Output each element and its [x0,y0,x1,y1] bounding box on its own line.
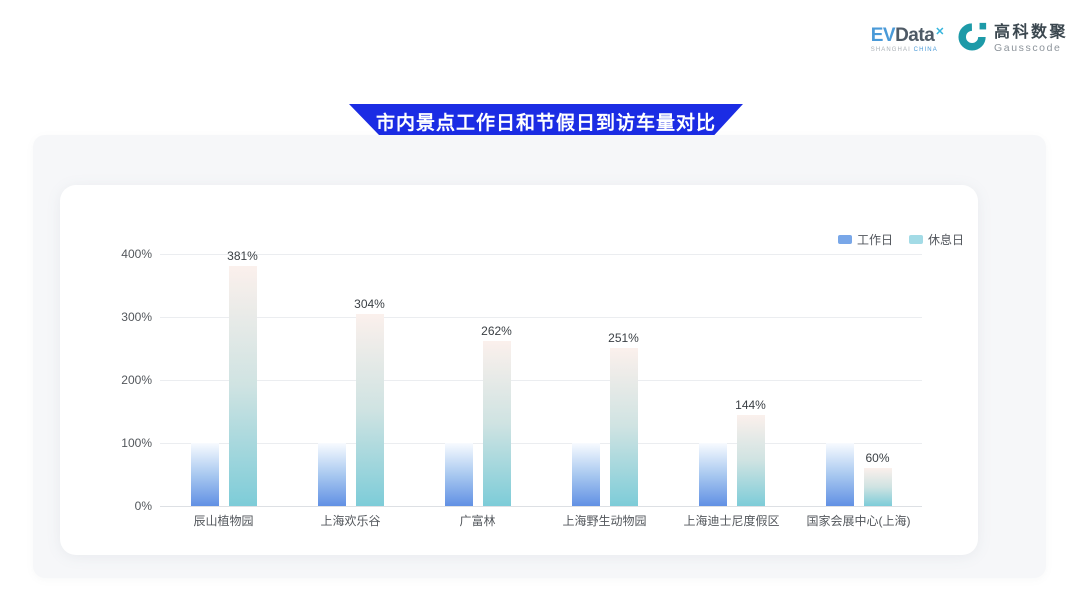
legend-item-休息日[interactable]: 休息日 [909,231,964,248]
bar-工作日 [445,443,473,506]
gausscode-g-icon [958,20,988,57]
gridline [160,317,922,318]
bar-value-label: 251% [594,331,654,345]
evdata-x-icon: ✕ [935,26,944,38]
gausscode-logo: 高科数聚 Gausscode [958,20,1068,57]
gausscode-en-name: Gausscode [994,42,1068,54]
x-axis-category-label: 上海迪士尼度假区 [662,512,802,529]
legend-label: 休息日 [928,231,964,248]
x-axis-line [160,506,922,507]
y-axis-tick-label: 300% [98,309,152,325]
bar-工作日 [318,443,346,506]
gridline [160,380,922,381]
evdata-subtext: SHANGHAI CHINA [871,47,944,53]
bar-休息日 [229,266,257,506]
legend-item-工作日[interactable]: 工作日 [838,231,893,248]
y-axis-tick-label: 200% [98,372,152,388]
y-axis-tick-label: 0% [98,498,152,514]
chart-card: 工作日休息日 0%100%200%300%400%381%辰山植物园304%上海… [60,185,978,555]
bar-value-label: 381% [213,249,273,263]
gridline [160,254,922,255]
bar-value-label: 262% [467,324,527,338]
gausscode-cn-name: 高科数聚 [994,24,1068,42]
evdata-subtext-shanghai: SHANGHAI [871,47,911,53]
bar-休息日 [610,348,638,506]
bar-value-label: 60% [848,451,908,465]
legend-swatch [838,235,852,244]
bar-工作日 [572,443,600,506]
logo-bar: EVData✕ SHANGHAI CHINA 高科数聚 Gausscode [871,20,1068,57]
x-axis-category-label: 广富林 [408,512,548,529]
bar-休息日 [737,415,765,506]
evdata-data-text: Data [895,25,934,46]
chart-panel: 工作日休息日 0%100%200%300%400%381%辰山植物园304%上海… [33,135,1046,578]
evdata-logo: EVData✕ SHANGHAI CHINA [871,26,944,53]
bar-value-label: 144% [721,398,781,412]
section-title-banner: 市内景点工作日和节假日到访车量对比 [349,104,743,139]
evdata-wordmark: EVData✕ [871,26,944,46]
bar-工作日 [191,443,219,506]
gridline [160,443,922,444]
y-axis-tick-label: 100% [98,435,152,451]
bar-休息日 [356,314,384,506]
legend-label: 工作日 [857,231,893,248]
page: EVData✕ SHANGHAI CHINA 高科数聚 Gausscode 市内… [0,0,1080,608]
bar-休息日 [483,341,511,506]
x-axis-category-label: 国家会展中心(上海) [789,512,929,529]
chart-legend: 工作日 休息日 [838,231,964,248]
bar-工作日 [699,443,727,506]
x-axis-category-label: 上海野生动物园 [535,512,675,529]
x-axis-category-label: 上海欢乐谷 [281,512,421,529]
section-title: 市内景点工作日和节假日到访车量对比 [376,108,716,135]
y-axis-tick-label: 400% [98,246,152,262]
evdata-ev-text: EV [871,25,895,46]
x-axis-category-label: 辰山植物园 [154,512,294,529]
evdata-subtext-china: CHINA [914,47,938,53]
chart-plot: 0%100%200%300%400%381%辰山植物园304%上海欢乐谷262%… [160,254,922,506]
bar-休息日 [864,468,892,506]
bar-value-label: 304% [340,297,400,311]
legend-swatch [909,235,923,244]
gausscode-text: 高科数聚 Gausscode [994,24,1068,54]
